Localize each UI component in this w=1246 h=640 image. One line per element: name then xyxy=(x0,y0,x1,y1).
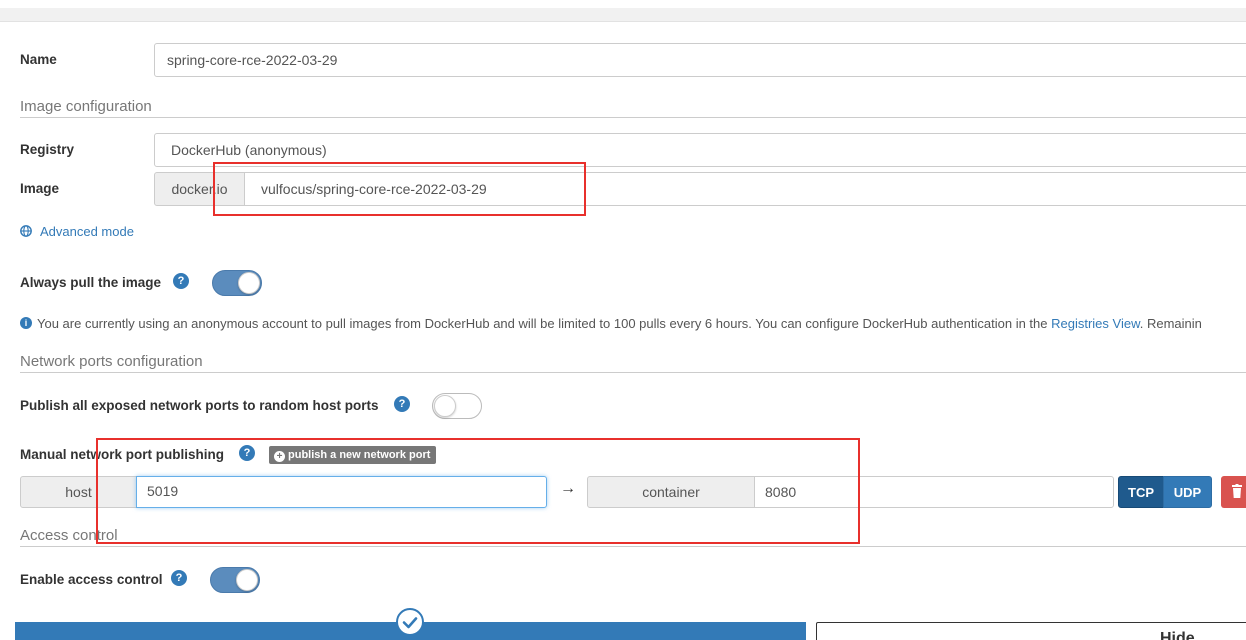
check-icon xyxy=(396,608,424,636)
advanced-mode-link[interactable]: Advanced mode xyxy=(40,224,134,239)
annotation-highlight-ports xyxy=(96,438,860,544)
image-config-title: Image configuration xyxy=(20,98,152,115)
name-input[interactable]: spring-core-rce-2022-03-29 xyxy=(154,43,1246,77)
access-control-toggle[interactable] xyxy=(210,567,260,593)
annotation-highlight-image xyxy=(213,162,586,216)
publish-all-toggle[interactable] xyxy=(432,393,482,419)
help-icon[interactable]: ? xyxy=(394,396,410,412)
info-text: You are currently using an anonymous acc… xyxy=(37,316,1052,331)
always-pull-toggle[interactable] xyxy=(212,270,262,296)
udp-button[interactable]: UDP xyxy=(1163,476,1212,508)
dockerhub-info-message: You are currently using an anonymous acc… xyxy=(37,316,1202,331)
hide-button-label: Hide xyxy=(1160,630,1195,640)
top-bar xyxy=(0,0,1246,8)
globe-icon xyxy=(20,225,32,237)
name-label: Name xyxy=(20,52,57,67)
access-control-label: Enable access control xyxy=(20,572,163,587)
trash-icon xyxy=(1232,484,1242,498)
help-icon[interactable]: ? xyxy=(171,570,187,586)
network-config-divider xyxy=(20,372,1246,373)
image-config-divider xyxy=(20,117,1246,118)
always-pull-label: Always pull the image xyxy=(20,275,162,290)
tcp-button[interactable]: TCP xyxy=(1118,476,1164,508)
publish-all-label: Publish all exposed network ports to ran… xyxy=(20,398,379,413)
help-icon[interactable]: ? xyxy=(173,273,189,289)
top-strip xyxy=(0,8,1246,22)
registry-label: Registry xyxy=(20,142,75,157)
image-label: Image xyxy=(20,181,60,196)
info-text-trailing: . Remainin xyxy=(1139,316,1202,331)
registries-view-link[interactable]: Registries View xyxy=(1051,316,1140,331)
network-config-title: Network ports configuration xyxy=(20,353,203,370)
info-icon: i xyxy=(20,317,32,329)
access-control-divider xyxy=(20,546,1246,547)
